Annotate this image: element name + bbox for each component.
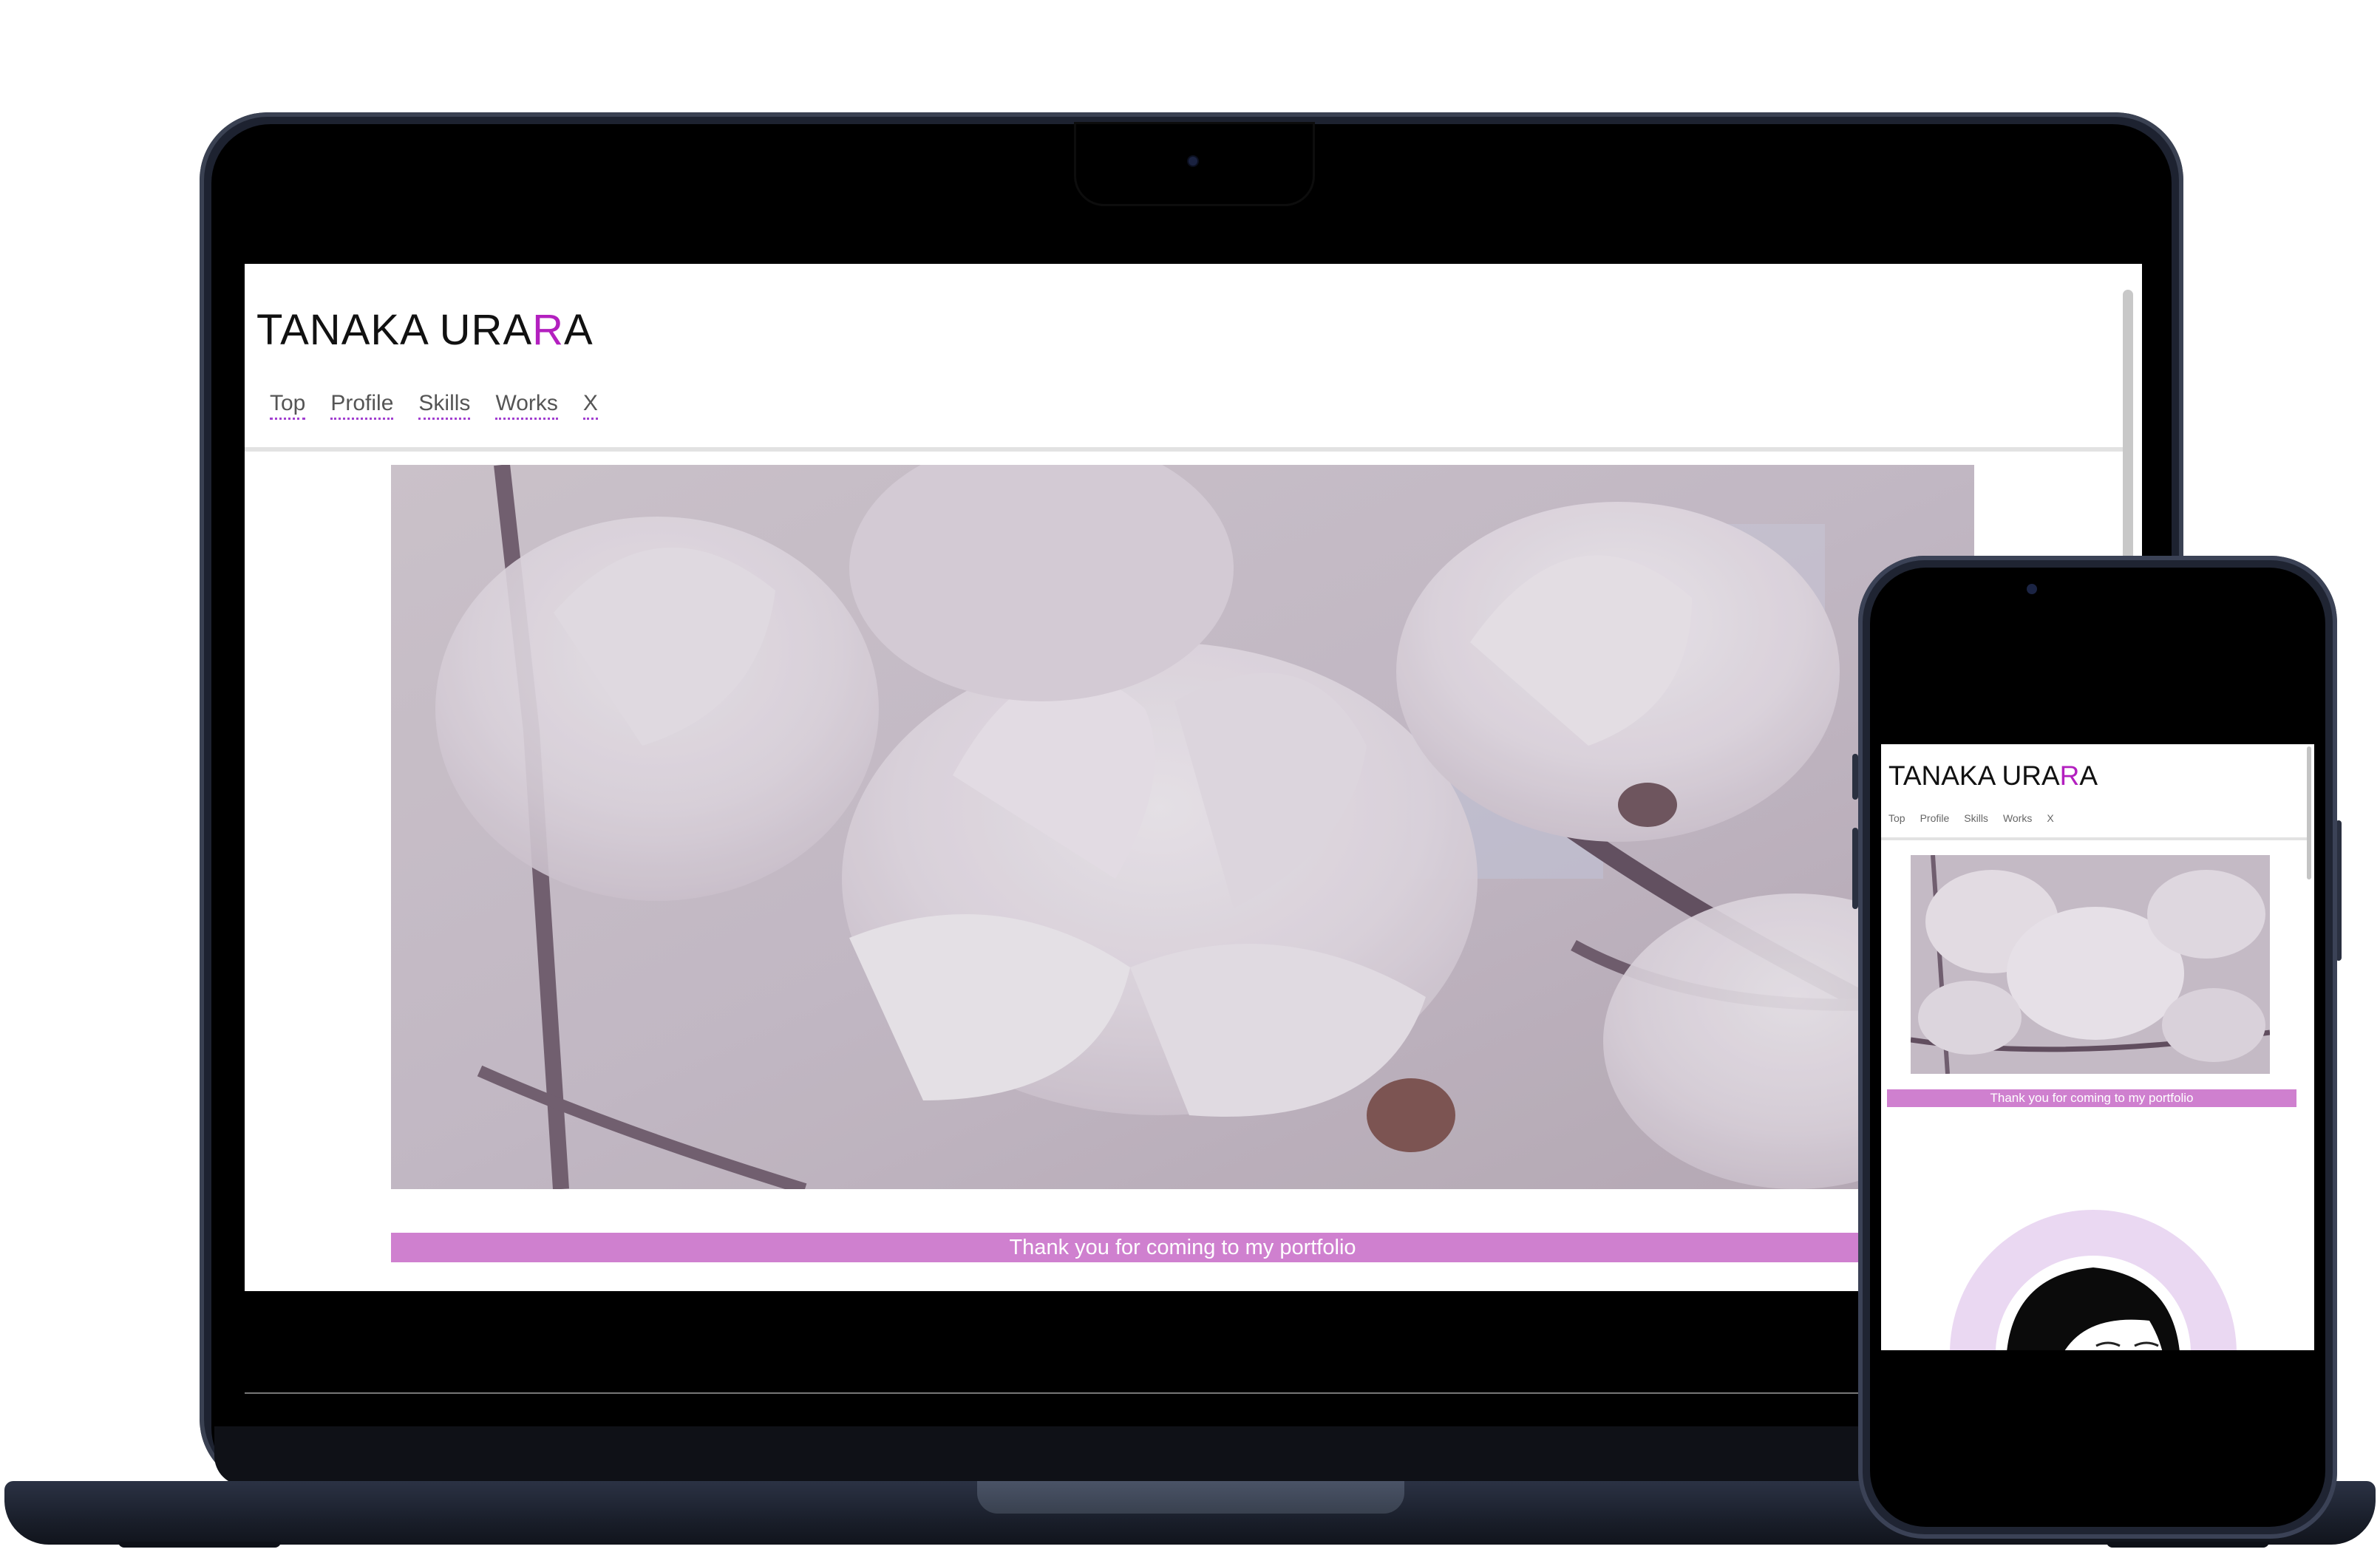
nav-link-x[interactable]: X (582, 391, 598, 420)
nav-link-profile[interactable]: Profile (330, 391, 394, 420)
phone-nav-link-profile[interactable]: Profile (1920, 812, 1950, 824)
site-logo[interactable]: TANAKA URARA (256, 305, 594, 355)
laptop-foot-left (118, 1542, 281, 1548)
nav-link-works[interactable]: Works (495, 391, 558, 420)
screen-bottom-edge (245, 1392, 2142, 1394)
phone-logo-end: A (2079, 760, 2098, 791)
profile-avatar-icon (1950, 1210, 2237, 1350)
phone-nav-link-top[interactable]: Top (1888, 812, 1905, 824)
welcome-banner: Thank you for coming to my portfolio (391, 1233, 1974, 1262)
phone-nav-link-skills[interactable]: Skills (1964, 812, 1988, 824)
phone-nav-link-works[interactable]: Works (2003, 812, 2032, 824)
magnolia-flower-photo-small (1911, 855, 2270, 1074)
phone-camera-icon (2027, 584, 2037, 594)
phone-nav-link-x[interactable]: X (2047, 812, 2053, 824)
site-nav: Top Profile Skills Works X (270, 391, 598, 420)
site-logo-end: A (564, 306, 594, 354)
hero-image (391, 465, 1974, 1189)
phone-site-nav: Top Profile Skills Works X (1888, 812, 2054, 824)
laptop-hinge (977, 1481, 1404, 1514)
phone-header-divider (1881, 837, 2307, 840)
profile-avatar (1950, 1210, 2237, 1350)
phone-volume-button (1852, 828, 1858, 909)
header-divider (245, 447, 2126, 452)
phone-scrollbar[interactable] (2307, 746, 2311, 879)
phone-logo-main: TANAKA URA (1888, 760, 2060, 791)
phone-hero-image (1911, 855, 2270, 1074)
phone-notch (2055, 568, 2200, 602)
nav-link-skills[interactable]: Skills (418, 391, 471, 420)
phone-site-logo[interactable]: TANAKA URARA (1888, 760, 2098, 792)
site-logo-accent: R (532, 306, 565, 354)
site-logo-main: TANAKA URA (256, 306, 533, 354)
laptop-foot-right (2107, 1542, 2269, 1548)
magnolia-flower-photo (391, 465, 1974, 1189)
phone-screen: TANAKA URARA Top Profile Skills Works X … (1881, 744, 2314, 1350)
phone-logo-accent: R (2059, 760, 2080, 791)
nav-link-top[interactable]: Top (270, 391, 306, 420)
laptop-camera-icon (1189, 157, 1197, 166)
phone-welcome-banner: Thank you for coming to my portfolio (1887, 1089, 2296, 1107)
phone-mute-switch (1852, 754, 1858, 800)
